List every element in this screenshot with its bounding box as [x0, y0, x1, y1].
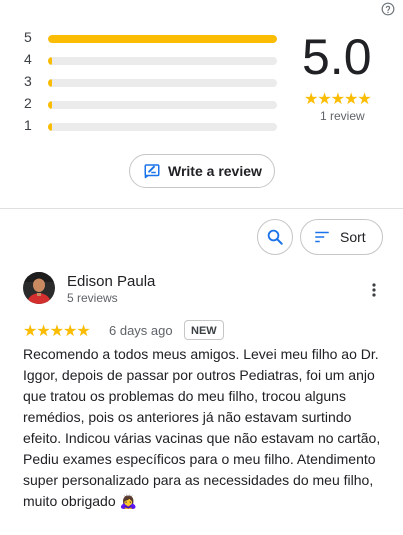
search-icon [267, 229, 283, 245]
review-count-link[interactable]: 1 review [320, 109, 365, 123]
more-vert-icon[interactable] [366, 282, 382, 298]
avatar[interactable] [23, 272, 55, 304]
review-date: 6 days ago [109, 323, 173, 338]
star-level-label: 3 [24, 73, 32, 89]
sort-label: Sort [340, 229, 366, 245]
average-stars: ★★★★★ [304, 91, 372, 108]
distribution-bar-fill [48, 101, 52, 109]
review-author-meta: 5 reviews [67, 291, 118, 305]
star-level-label: 2 [24, 95, 32, 111]
star-level-label: 1 [24, 117, 32, 133]
star-level-label: 4 [24, 51, 32, 67]
review-author-name[interactable]: Edison Paula [67, 273, 155, 290]
star-level-label: 5 [24, 29, 32, 45]
distribution-bar-fill [48, 123, 52, 131]
section-divider [0, 208, 403, 209]
sort-icon [315, 231, 329, 243]
distribution-row-5: 5 [24, 28, 278, 50]
sort-button[interactable]: Sort [300, 219, 383, 255]
search-reviews-button[interactable] [257, 219, 293, 255]
distribution-bar [48, 35, 277, 43]
distribution-row-2: 2 [24, 94, 278, 116]
review-stars: ★★★★★ [23, 323, 91, 340]
help-icon[interactable] [381, 2, 395, 16]
review-text: Recomendo a todos meus amigos. Levei meu… [23, 346, 381, 509]
distribution-bar [48, 79, 277, 87]
distribution-bar-fill [48, 57, 52, 65]
distribution-bar [48, 57, 277, 65]
new-badge: NEW [184, 320, 224, 340]
rating-distribution: 5 4 3 2 1 [24, 28, 278, 138]
edit-review-icon [144, 164, 160, 179]
distribution-row-1: 1 [24, 116, 278, 138]
distribution-bar-fill [48, 35, 277, 43]
average-rating: 5.0 [302, 29, 372, 85]
distribution-bar [48, 101, 277, 109]
distribution-bar [48, 123, 277, 131]
distribution-row-3: 3 [24, 72, 278, 94]
write-review-button[interactable]: Write a review [129, 154, 275, 188]
distribution-bar-fill [48, 79, 52, 87]
write-review-label: Write a review [168, 163, 262, 179]
distribution-row-4: 4 [24, 50, 278, 72]
